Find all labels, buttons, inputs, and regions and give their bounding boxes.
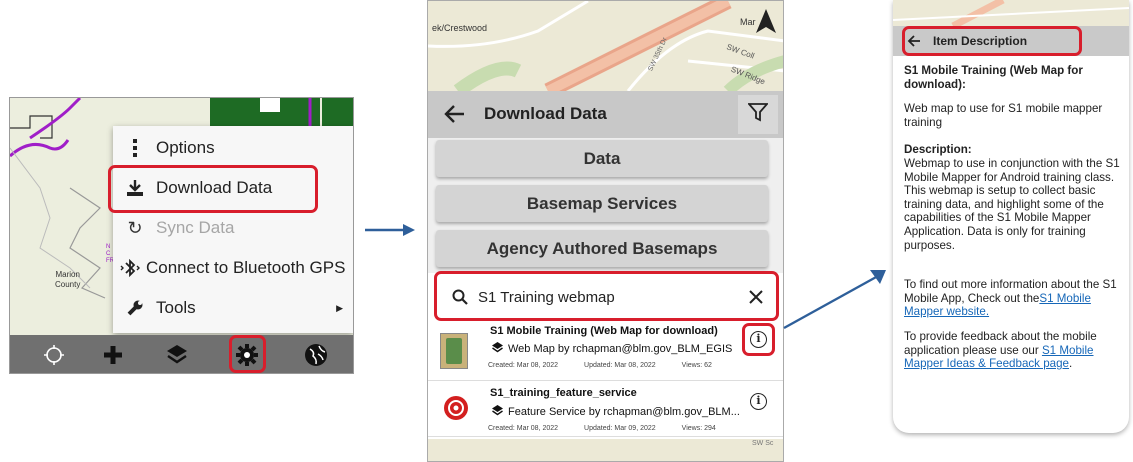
more-vertical-icon bbox=[123, 136, 147, 160]
basemap-services-button[interactable]: Basemap Services bbox=[436, 185, 768, 222]
result-views: Views: 294 bbox=[681, 425, 716, 432]
result-list: S1 Mobile Training (Web Map for download… bbox=[428, 321, 783, 461]
data-button[interactable]: Data bbox=[436, 140, 768, 177]
result-type: Web Map by rchapman@blm.gov_BLM_EGIS bbox=[492, 342, 732, 356]
highlight-gear bbox=[229, 335, 266, 373]
result-updated: Updated: Mar 09, 2022 bbox=[584, 425, 656, 432]
map-strip: SW Sc bbox=[428, 439, 783, 461]
highlight-item-description bbox=[902, 26, 1082, 56]
map-label-mar: Mar bbox=[740, 17, 756, 27]
layers-icon bbox=[492, 342, 503, 356]
overflow-menu: Options Download Data ↻ Sync Data Connec… bbox=[113, 126, 353, 333]
feedback-paragraph: To provide feedback about the mobile app… bbox=[904, 330, 1126, 371]
result-type-text: Feature Service by rchapman@blm.gov_BLM.… bbox=[508, 406, 740, 418]
highlight-search bbox=[434, 271, 779, 321]
result-type: Feature Service by rchapman@blm.gov_BLM.… bbox=[492, 405, 740, 419]
layers-icon[interactable] bbox=[165, 343, 189, 372]
menu-label-tools: Tools bbox=[156, 298, 196, 317]
result-created: Created: Mar 08, 2022 bbox=[488, 425, 559, 432]
page-title: Download Data bbox=[484, 104, 607, 123]
result-title: S1_training_feature_service bbox=[490, 387, 637, 399]
result-created: Created: Mar 08, 2022 bbox=[488, 362, 559, 369]
layers-icon bbox=[492, 405, 503, 419]
map-label-county: Marion County bbox=[55, 270, 81, 289]
description-block: Description: Webmap to use in conjunctio… bbox=[904, 143, 1126, 252]
panel-main-menu: N C FR Marion County Options Download Da… bbox=[9, 97, 354, 374]
menu-item-options[interactable]: Options bbox=[113, 128, 353, 168]
agency-authored-basemaps-button[interactable]: Agency Authored Basemaps bbox=[436, 230, 768, 267]
menu-item-bluetooth-gps[interactable]: Connect to Bluetooth GPS bbox=[113, 248, 353, 288]
panel-download-data: ek/Crestwood SW 35th Dr SW Coll SW Ridge… bbox=[427, 0, 784, 462]
download-data-header: Download Data bbox=[428, 91, 783, 138]
highlight-info bbox=[742, 323, 775, 356]
menu-label-options: Options bbox=[156, 138, 215, 157]
result-title: S1 Mobile Training (Web Map for download… bbox=[490, 325, 718, 337]
list-item[interactable]: S1 Mobile Training (Web Map for download… bbox=[428, 321, 783, 381]
item-description-body: S1 Mobile Training (Web Map for download… bbox=[904, 64, 1126, 382]
flow-arrow-2 bbox=[783, 270, 886, 330]
sync-icon: ↻ bbox=[127, 217, 143, 238]
map-strip bbox=[893, 0, 1129, 30]
flow-arrow-1 bbox=[365, 224, 415, 236]
feedback-end: . bbox=[1069, 357, 1073, 371]
result-meta: Created: Mar 08, 2022 Updated: Mar 08, 2… bbox=[488, 362, 712, 369]
crosshair-icon[interactable] bbox=[43, 344, 65, 371]
result-views: Views: 62 bbox=[681, 362, 712, 369]
wrench-icon bbox=[123, 296, 147, 320]
filter-button[interactable] bbox=[738, 95, 778, 134]
menu-item-sync-data[interactable]: ↻ Sync Data bbox=[113, 208, 353, 248]
map-view[interactable]: ek/Crestwood SW 35th Dr SW Coll SW Ridge… bbox=[428, 1, 783, 91]
globe-icon[interactable] bbox=[303, 342, 329, 373]
description-label: Description: bbox=[904, 143, 972, 157]
panel-item-description: Item Description S1 Mobile Training (Web… bbox=[893, 0, 1129, 433]
item-title: S1 Mobile Training (Web Map for download… bbox=[904, 64, 1083, 91]
biohazard-thumbnail bbox=[442, 394, 470, 422]
item-summary: Web map to use for S1 mobile mapper trai… bbox=[904, 102, 1103, 129]
filter-icon bbox=[747, 102, 769, 127]
back-arrow-icon[interactable] bbox=[444, 103, 466, 130]
result-updated: Updated: Mar 08, 2022 bbox=[584, 362, 656, 369]
menu-label-bluetooth-gps: Connect to Bluetooth GPS bbox=[146, 258, 346, 277]
more-info-paragraph: To find out more information about the S… bbox=[904, 278, 1126, 319]
bluetooth-icon bbox=[119, 256, 141, 280]
description-text: Webmap to use in conjunction with the S1… bbox=[904, 156, 1120, 252]
menu-item-tools[interactable]: Tools ▶ bbox=[113, 288, 353, 328]
map-label-crestwood: ek/Crestwood bbox=[432, 23, 488, 33]
list-item[interactable]: S1_training_feature_service Feature Serv… bbox=[428, 385, 783, 437]
menu-label-sync-data: Sync Data bbox=[156, 218, 235, 237]
highlight-download-data bbox=[108, 165, 318, 213]
plus-icon[interactable] bbox=[102, 344, 124, 371]
info-icon[interactable]: i bbox=[750, 393, 767, 410]
webmap-thumbnail bbox=[440, 333, 468, 369]
result-type-text: Web Map by rchapman@blm.gov_BLM_EGIS bbox=[508, 343, 733, 355]
north-arrow-icon bbox=[756, 9, 776, 33]
map-label-bottom: SW Sc bbox=[752, 440, 774, 447]
result-meta: Created: Mar 08, 2022 Updated: Mar 09, 2… bbox=[488, 425, 716, 432]
submenu-arrow-icon: ▶ bbox=[336, 302, 343, 313]
bottom-toolbar bbox=[10, 335, 353, 373]
